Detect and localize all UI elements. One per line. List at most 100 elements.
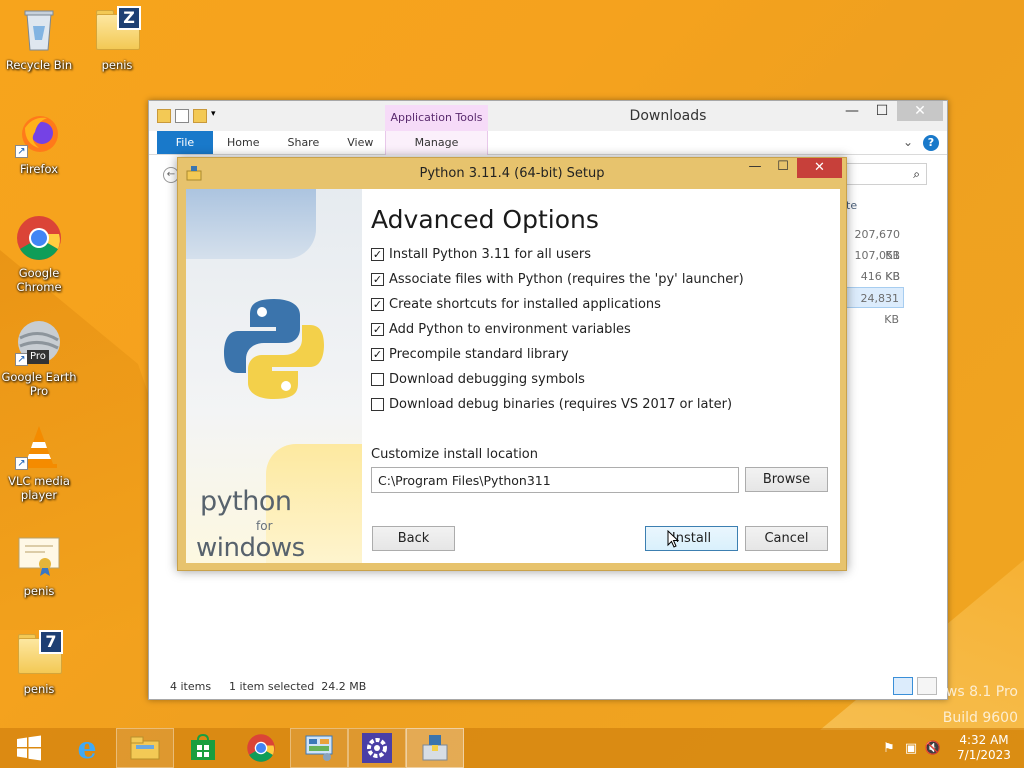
taskbar-python-installer[interactable] <box>406 728 464 768</box>
search-box[interactable]: ⌕ <box>837 163 927 185</box>
tab-manage[interactable]: Manage <box>385 131 488 155</box>
desktop-icon-folder-7[interactable]: 7 penis <box>0 630 78 696</box>
status-item-count: 4 items <box>170 680 212 693</box>
brand-python-text: python <box>200 486 292 517</box>
checkbox-checked[interactable]: ✓ <box>371 298 384 311</box>
desktop-icon-recycle-bin[interactable]: Recycle Bin <box>0 6 78 72</box>
option-debug-symbols[interactable]: Download debugging symbols <box>371 367 744 392</box>
close-icon[interactable]: ✕ <box>797 158 842 178</box>
checkbox-unchecked[interactable] <box>371 398 384 411</box>
tab-file[interactable]: File <box>157 131 213 154</box>
action-center-flag-icon[interactable]: ⚑ <box>878 741 900 756</box>
recycle-bin-icon <box>15 6 63 54</box>
back-button[interactable]: Back <box>372 526 455 551</box>
checkbox-checked[interactable]: ✓ <box>371 273 384 286</box>
file-size-selected[interactable]: 24,831 KB <box>844 287 904 326</box>
ribbon-side-controls: ⌄ ? <box>903 135 939 151</box>
large-icons-view-icon[interactable] <box>917 677 937 695</box>
taskbar-control-panel[interactable] <box>290 728 348 768</box>
column-header-size[interactable]: te <box>846 199 857 212</box>
option-label: Install Python 3.11 for all users <box>389 247 591 262</box>
option-label: Download debug binaries (requires VS 201… <box>389 397 733 412</box>
search-icon: ⌕ <box>913 167 920 181</box>
expand-ribbon-icon[interactable]: ⌄ <box>903 135 913 151</box>
windows-build-watermark: Build 9600 <box>942 710 1018 726</box>
taskbar: e ⚑ ▣ 🔇 4:32 AM 7/1/2023 <box>0 728 1024 768</box>
tab-view[interactable]: View <box>333 131 387 154</box>
store-icon <box>191 734 215 760</box>
option-precompile-stdlib[interactable]: ✓ Precompile standard library <box>371 342 744 367</box>
python-setup-dialog[interactable]: Python 3.11.4 (64-bit) Setup — ☐ ✕ pytho… <box>177 157 847 571</box>
badge-z: Z <box>117 6 141 30</box>
tab-share[interactable]: Share <box>273 131 333 154</box>
checkbox-checked[interactable]: ✓ <box>371 248 384 261</box>
maximize-icon[interactable]: ☐ <box>867 101 897 121</box>
folder-z-icon: Z <box>93 6 141 54</box>
option-label: Download debugging symbols <box>389 372 585 387</box>
settings-icon <box>362 733 392 763</box>
details-view-icon[interactable] <box>893 677 913 695</box>
option-associate-files[interactable]: ✓ Associate files with Python (requires t… <box>371 267 744 292</box>
certificate-icon <box>15 532 63 580</box>
file-size-list: 207,670 KB 107,051 KB 416 KB 24,831 KB <box>844 224 904 326</box>
internet-explorer-icon: e <box>77 730 97 766</box>
window-title: Downloads <box>629 108 707 124</box>
google-earth-icon: ↗ Pro <box>15 318 63 366</box>
taskbar-settings[interactable] <box>348 728 406 768</box>
explorer-titlebar[interactable]: ▾ Application Tools Downloads — ☐ ✕ <box>149 101 947 131</box>
desktop-icon-chrome[interactable]: Google Chrome <box>0 214 78 294</box>
taskbar-store[interactable] <box>174 728 232 768</box>
taskbar-chrome[interactable] <box>232 728 290 768</box>
desktop-icon-certificate[interactable]: penis <box>0 532 78 598</box>
window-controls: — ☐ ✕ <box>837 101 943 121</box>
option-install-all-users[interactable]: ✓ Install Python 3.11 for all users <box>371 242 744 267</box>
tab-home[interactable]: Home <box>213 131 273 154</box>
chrome-icon <box>247 734 275 762</box>
desktop-icon-firefox[interactable]: ↗ Firefox <box>0 110 78 176</box>
install-location-input[interactable] <box>371 467 739 493</box>
view-buttons <box>893 677 937 695</box>
file-size[interactable]: 416 KB <box>844 266 904 287</box>
clock-time: 4:32 AM <box>959 733 1009 747</box>
desktop-icon-vlc[interactable]: ↗ VLC media player <box>0 422 78 502</box>
vlc-icon: ↗ <box>15 422 63 470</box>
maximize-icon[interactable]: ☐ <box>769 158 797 178</box>
close-icon[interactable]: ✕ <box>897 101 943 121</box>
desktop-icon-label: penis <box>101 58 133 72</box>
file-size[interactable]: 207,670 KB <box>844 224 904 262</box>
python-logo-icon <box>224 299 324 399</box>
install-button[interactable]: Install <box>645 526 738 551</box>
desktop-icon-label: Google Chrome <box>16 266 62 294</box>
start-button[interactable] <box>0 728 58 768</box>
file-size[interactable]: 107,051 KB <box>844 245 904 283</box>
cancel-button[interactable]: Cancel <box>745 526 828 551</box>
checkbox-unchecked[interactable] <box>371 373 384 386</box>
checkbox-checked[interactable]: ✓ <box>371 348 384 361</box>
file-explorer-icon <box>130 736 160 760</box>
clock[interactable]: 4:32 AM 7/1/2023 <box>944 733 1024 763</box>
desktop-icon-google-earth[interactable]: ↗ Pro Google Earth Pro <box>0 318 78 398</box>
setup-titlebar[interactable]: Python 3.11.4 (64-bit) Setup — ☐ ✕ <box>178 158 846 188</box>
status-selection: 1 item selected 24.2 MB <box>229 680 367 693</box>
checkbox-checked[interactable]: ✓ <box>371 323 384 336</box>
taskbar-file-explorer[interactable] <box>116 728 174 768</box>
taskbar-internet-explorer[interactable]: e <box>58 728 116 768</box>
network-icon[interactable]: ▣ <box>900 741 922 756</box>
chrome-icon <box>15 214 63 262</box>
folder-7-icon: 7 <box>15 630 63 678</box>
minimize-icon[interactable]: — <box>837 101 867 121</box>
option-debug-binaries[interactable]: Download debug binaries (requires VS 201… <box>371 392 744 417</box>
option-add-to-path[interactable]: ✓ Add Python to environment variables <box>371 317 744 342</box>
badge-7: 7 <box>39 630 63 654</box>
browse-button[interactable]: Browse <box>745 467 828 492</box>
desktop-icon-label: penis <box>23 584 55 598</box>
options-list: ✓ Install Python 3.11 for all users ✓ Asso… <box>371 242 744 417</box>
option-create-shortcuts[interactable]: ✓ Create shortcuts for installed applicat… <box>371 292 744 317</box>
install-location-label: Customize install location <box>371 447 538 462</box>
help-icon[interactable]: ? <box>923 135 939 151</box>
desktop-icon-folder-z[interactable]: Z penis <box>78 6 156 72</box>
volume-muted-icon[interactable]: 🔇 <box>922 741 944 756</box>
minimize-icon[interactable]: — <box>741 158 769 178</box>
desktop-icon-label: Google Earth Pro <box>1 370 77 398</box>
desktop-icon-label: VLC media player <box>8 474 70 502</box>
